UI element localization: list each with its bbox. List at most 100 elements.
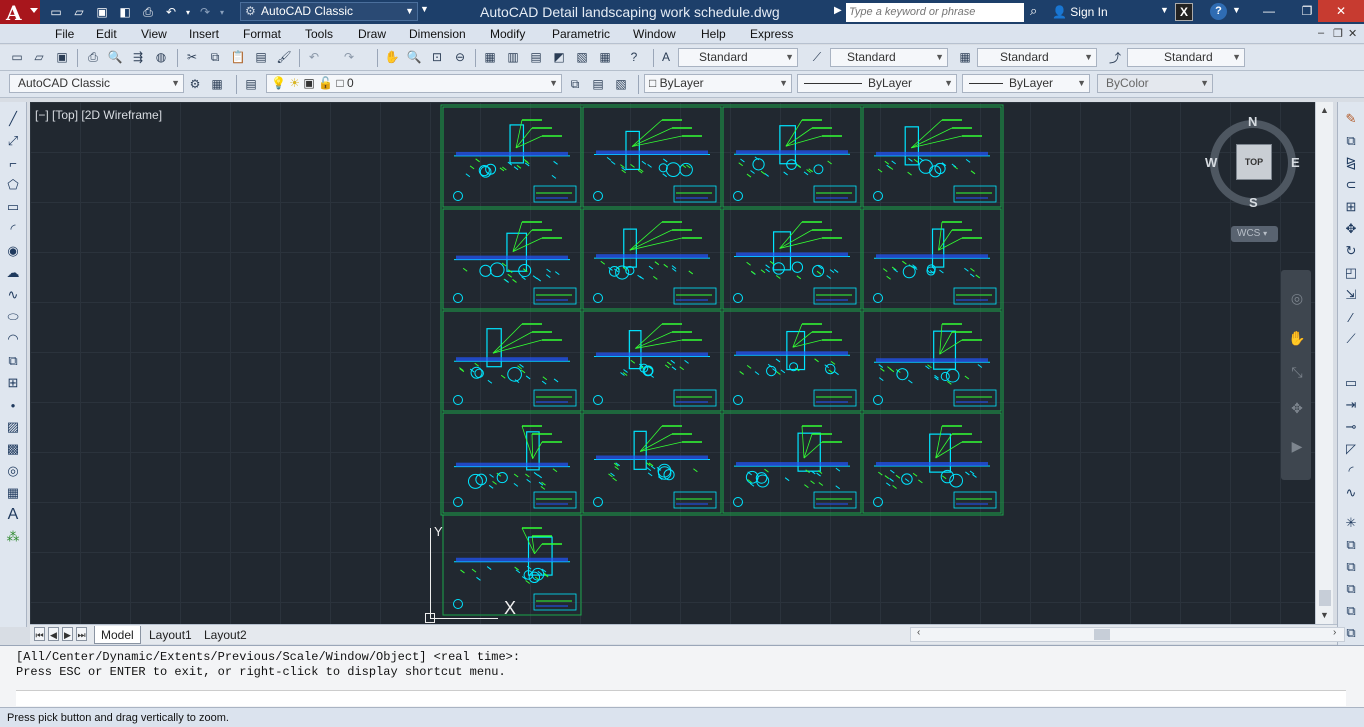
detail-sheet[interactable]: [722, 106, 862, 208]
menu-tools[interactable]: Tools: [305, 27, 333, 41]
scale-icon[interactable]: ◰: [1342, 264, 1360, 282]
copy-icon[interactable]: ⧉: [206, 48, 224, 66]
save-icon[interactable]: ▣: [92, 3, 112, 21]
hatch-icon[interactable]: ▨: [4, 418, 22, 436]
menu-express[interactable]: Express: [750, 27, 793, 41]
rectangle-icon[interactable]: ▭: [4, 198, 22, 216]
3d-print-icon[interactable]: ◍: [152, 48, 170, 66]
menu-help[interactable]: Help: [701, 27, 726, 41]
save-as-icon[interactable]: ◧: [115, 3, 135, 21]
spline-icon[interactable]: ∿: [4, 286, 22, 304]
array-icon[interactable]: ⊞: [1342, 198, 1360, 216]
ellipse-arc-icon[interactable]: ◠: [4, 330, 22, 348]
move-icon[interactable]: ✥: [1342, 220, 1360, 238]
trim-icon[interactable]: ⁄: [1342, 308, 1360, 326]
layer-states-icon[interactable]: ▧: [612, 75, 630, 93]
new-file-icon[interactable]: ▭: [46, 3, 66, 21]
zoom-previous-icon[interactable]: ⊖: [451, 48, 469, 66]
ellipse-icon[interactable]: ⬭: [4, 308, 22, 326]
redo-icon[interactable]: ↷: [340, 48, 358, 66]
steering-wheel-icon[interactable]: ◎: [1287, 288, 1307, 308]
close-icon[interactable]: ✕: [1318, 0, 1364, 22]
menu-parametric[interactable]: Parametric: [552, 27, 610, 41]
gradient-icon[interactable]: ▩: [4, 440, 22, 458]
zoom-extents-icon[interactable]: ⤡: [1287, 362, 1307, 382]
detail-sheet[interactable]: [442, 208, 582, 310]
customize-icon[interactable]: ▦: [208, 75, 226, 93]
tab-layout1[interactable]: Layout1: [143, 626, 198, 644]
viewcube-top-face[interactable]: TOP: [1236, 144, 1272, 180]
workspace-dropdown[interactable]: ⚙ AutoCAD Classic ▼: [240, 2, 418, 21]
blend-curves-icon[interactable]: ∿: [1342, 484, 1360, 502]
scroll-down-icon[interactable]: ▼: [1320, 610, 1329, 620]
fillet-icon[interactable]: ◜: [1342, 462, 1360, 480]
detail-sheet[interactable]: [722, 208, 862, 310]
undo-dropdown-icon[interactable]: ▾: [184, 3, 192, 21]
doc-minimize-icon[interactable]: –: [1318, 27, 1324, 39]
multileader-style-icon[interactable]: ⤴: [1106, 48, 1124, 66]
detail-sheet[interactable]: [862, 412, 1002, 514]
undo-icon[interactable]: ↶: [161, 3, 181, 21]
command-input[interactable]: [16, 690, 1346, 706]
workspace-settings-icon[interactable]: ⚙: [186, 75, 204, 93]
menu-draw[interactable]: Draw: [358, 27, 386, 41]
offset-icon[interactable]: ⊂: [1342, 176, 1360, 194]
compass-south[interactable]: S: [1249, 195, 1258, 210]
text-to-front-icon[interactable]: ⧉: [1342, 602, 1360, 620]
compass-east[interactable]: E: [1291, 155, 1300, 170]
sign-in-dropdown-icon[interactable]: ▼: [1160, 5, 1169, 15]
tab-model[interactable]: Model: [94, 626, 141, 644]
compass-west[interactable]: W: [1205, 155, 1217, 170]
make-object-layer-current-icon[interactable]: ⧉: [566, 75, 584, 93]
erase-icon[interactable]: ✎: [1342, 110, 1360, 128]
orbit-icon[interactable]: ✥: [1287, 398, 1307, 418]
multiline-text-icon[interactable]: A: [4, 506, 22, 524]
horizontal-scrollbar[interactable]: ‹ ›: [910, 627, 1345, 642]
point-icon[interactable]: ●: [4, 396, 22, 414]
markup-icon[interactable]: ▧: [573, 48, 591, 66]
polygon-icon[interactable]: ⬠: [4, 176, 22, 194]
menu-insert[interactable]: Insert: [189, 27, 219, 41]
stretch-icon[interactable]: ⇲: [1342, 286, 1360, 304]
detail-sheet[interactable]: [862, 208, 1002, 310]
multileader-style-dropdown[interactable]: Standard ▼: [1127, 48, 1245, 67]
menu-dimension[interactable]: Dimension: [409, 27, 466, 41]
qnew-icon[interactable]: ▭: [8, 48, 26, 66]
first-tab-icon[interactable]: ⏮: [34, 627, 45, 641]
polyline-icon[interactable]: ⌐: [4, 154, 22, 172]
paste-dropdown-icon[interactable]: ▤: [252, 48, 270, 66]
plot-style-dropdown[interactable]: ByColor ▼: [1097, 74, 1213, 93]
drawing-viewport[interactable]: [−] [Top] [2D Wireframe] Y X: [30, 102, 1315, 624]
menu-modify[interactable]: Modify: [490, 27, 525, 41]
undo-icon[interactable]: ↶: [305, 48, 323, 66]
showmotion-icon[interactable]: ▶: [1287, 436, 1307, 456]
table-icon[interactable]: ▦: [4, 484, 22, 502]
menu-format[interactable]: Format: [243, 27, 281, 41]
join-icon[interactable]: ⊸: [1342, 418, 1360, 436]
minimize-icon[interactable]: —: [1250, 0, 1288, 22]
expand-search-icon[interactable]: ▶: [834, 5, 842, 16]
menu-edit[interactable]: Edit: [96, 27, 117, 41]
zoom-realtime-icon[interactable]: 🔍: [405, 48, 423, 66]
search-input[interactable]: [846, 3, 1024, 22]
color-dropdown[interactable]: □ ByLayer ▼: [644, 74, 792, 93]
plot-preview-icon[interactable]: 🔍: [106, 48, 124, 66]
mirror-icon[interactable]: ⧎: [1342, 154, 1360, 172]
line-icon[interactable]: ╱: [4, 110, 22, 128]
lineweight-dropdown[interactable]: ByLayer ▼: [962, 74, 1090, 93]
horizontal-scroll-thumb[interactable]: [1094, 629, 1110, 640]
add-selected-icon[interactable]: ⁂: [4, 528, 22, 546]
previous-tab-icon[interactable]: ◀: [48, 627, 59, 641]
workspace-combo[interactable]: AutoCAD Classic ▼: [9, 74, 184, 93]
copy-object-icon[interactable]: ⧉: [1342, 132, 1360, 150]
detail-sheet[interactable]: [442, 106, 582, 208]
publish-icon[interactable]: ⇶: [129, 48, 147, 66]
table-style-dropdown[interactable]: Standard ▼: [977, 48, 1097, 67]
layer-dropdown[interactable]: 💡 ☀ ▣ 🔓 □ 0 ▼: [266, 74, 562, 93]
tool-palettes-icon[interactable]: ▤: [527, 48, 545, 66]
dimension-style-dropdown[interactable]: Standard ▼: [830, 48, 948, 67]
vertical-scroll-thumb[interactable]: [1319, 590, 1331, 606]
vertical-scrollbar[interactable]: ▲ ▼: [1315, 102, 1333, 624]
detail-sheet[interactable]: [442, 412, 582, 514]
text-style-dropdown[interactable]: Standard ▼: [678, 48, 798, 67]
